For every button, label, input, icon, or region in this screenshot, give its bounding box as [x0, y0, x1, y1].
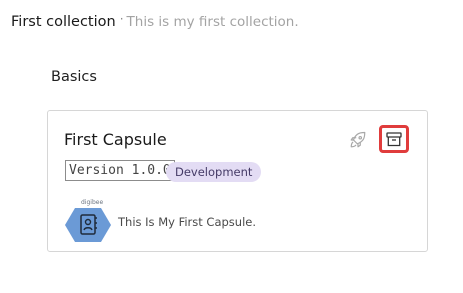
deploy-button[interactable]	[347, 129, 369, 151]
header-separator: ·	[119, 12, 124, 26]
capsule-card[interactable]: First Capsule Version 1.0.0 Development …	[47, 110, 428, 252]
collection-description: This is my first collection.	[126, 14, 299, 30]
capsule-description: This Is My First Capsule.	[118, 215, 257, 229]
logo-brand-text: digibee	[81, 199, 104, 206]
environment-badge: Development	[166, 162, 262, 182]
section-title: Basics	[51, 69, 97, 85]
capsule-logo: digibee	[64, 199, 112, 243]
collection-header: First collection · This is my first collec…	[11, 12, 299, 30]
contact-book-icon	[65, 208, 111, 242]
version-tag: Version 1.0.0	[65, 160, 175, 181]
capsule-title: First Capsule	[64, 130, 167, 149]
archive-icon	[386, 131, 402, 146]
rocket-icon	[350, 131, 366, 148]
collection-title: First collection	[11, 14, 116, 30]
archive-button[interactable]	[379, 125, 409, 153]
